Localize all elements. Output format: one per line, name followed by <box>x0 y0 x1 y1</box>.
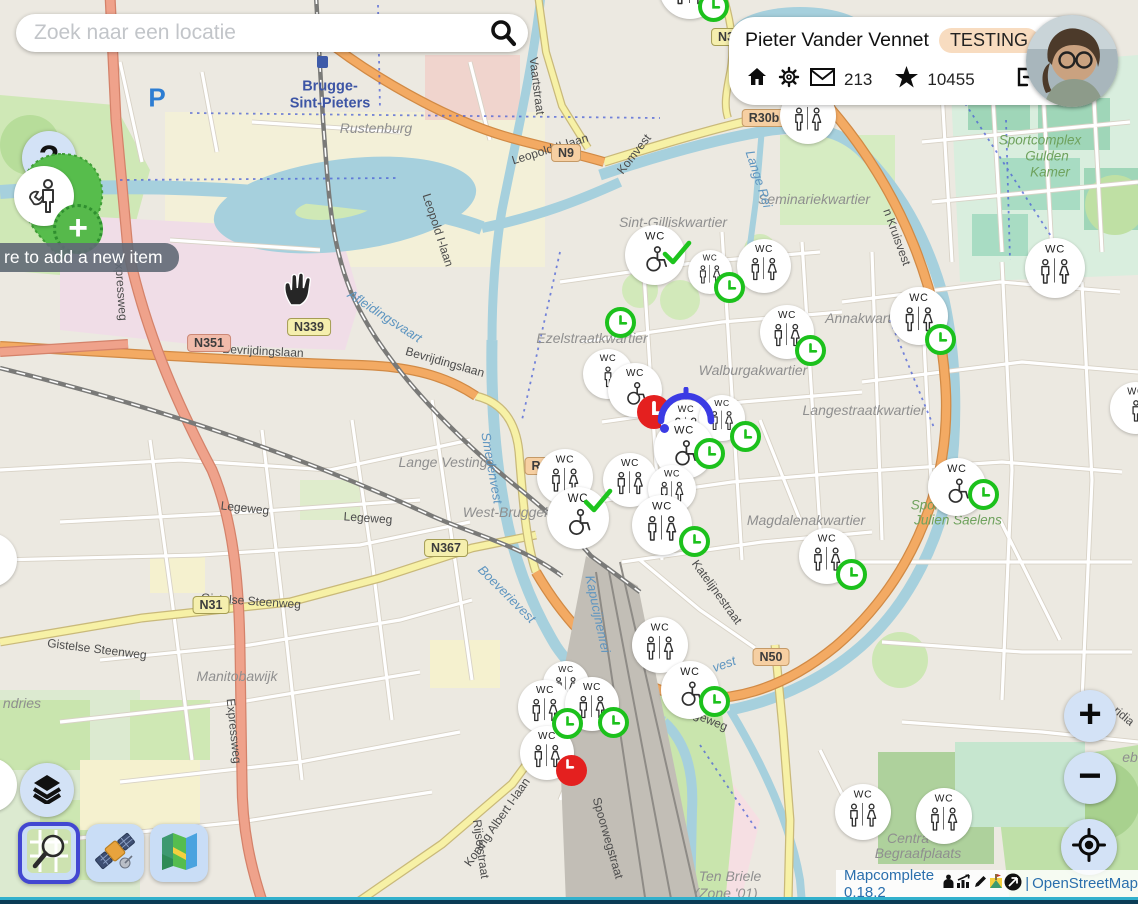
search-icon[interactable] <box>488 18 518 48</box>
satellite-icon <box>92 828 138 879</box>
selected-marker-dot <box>660 424 669 433</box>
geolocate-icon <box>1072 828 1106 867</box>
opening-hours-badge <box>836 559 867 590</box>
home-icon[interactable] <box>745 65 769 94</box>
layers-icon <box>31 772 63 809</box>
opening-hours-badge <box>605 307 636 338</box>
attribution-app[interactable]: Mapcomplete 0.18.2 <box>844 867 939 901</box>
wc-marker[interactable]: WC <box>737 239 791 293</box>
road-shield: N50 <box>753 648 790 666</box>
community-icon[interactable] <box>942 874 955 893</box>
layers-button[interactable] <box>20 763 74 817</box>
attribution-bar: Mapcomplete 0.18.2 | OpenStreetMap <box>836 870 1138 897</box>
messages-icon[interactable] <box>809 66 836 93</box>
bottom-dark-bar <box>0 900 1138 904</box>
road-shield: N351 <box>187 334 231 352</box>
star-icon <box>894 65 919 94</box>
closed-clock-badge <box>556 755 587 786</box>
road-shield: N367 <box>424 539 468 557</box>
opening-hours-badge <box>925 324 956 355</box>
map-canvas[interactable]: Brugge- Sint-PietersRustenburgSint-Gilli… <box>0 0 1138 904</box>
railway-station-icon <box>317 56 328 68</box>
folded-map-icon <box>157 829 201 878</box>
changeset-count: 10455 <box>927 70 974 90</box>
zoom-in-button[interactable]: + <box>1064 690 1116 742</box>
add-item-tooltip: re to add a new item <box>0 243 179 272</box>
geolocate-button[interactable] <box>1061 819 1117 875</box>
avatar[interactable] <box>1026 15 1118 107</box>
wc-marker[interactable]: WC <box>1025 238 1085 298</box>
opening-hours-badge <box>714 272 745 303</box>
settings-gear-icon[interactable] <box>777 65 801 94</box>
wc-marker[interactable]: WC <box>916 788 972 844</box>
basemap-satellite-button[interactable] <box>86 824 144 882</box>
mapcomplete-logo-icon <box>989 874 1003 893</box>
opening-hours-badge <box>730 421 761 452</box>
basemap-map-button[interactable] <box>150 824 208 882</box>
opening-hours-badge <box>699 686 730 717</box>
search-input[interactable] <box>32 20 488 46</box>
user-name: Pieter Vander Vennet <box>745 29 929 52</box>
edit-pencil-icon[interactable] <box>973 874 988 893</box>
user-badge: TESTING <box>939 28 1039 53</box>
opening-hours-badge <box>694 438 725 469</box>
attribution-circle-icon[interactable] <box>1004 873 1022 895</box>
messages-count: 213 <box>844 70 872 90</box>
opening-hours-badge <box>552 708 583 739</box>
opening-hours-badge <box>795 335 826 366</box>
road-shield: N31 <box>193 596 230 614</box>
osm-carto-icon <box>26 828 72 879</box>
opening-hours-badge <box>679 526 710 557</box>
help-button[interactable]: ? <box>22 131 76 185</box>
question-mark: ? <box>39 139 60 178</box>
road-shield: N339 <box>287 318 331 336</box>
wc-marker[interactable]: WC <box>1110 382 1138 434</box>
wc-marker[interactable]: WC <box>0 533 17 587</box>
road-shield: N9 <box>551 144 581 162</box>
wc-marker[interactable]: WC <box>0 758 17 812</box>
zoom-out-button[interactable]: − <box>1064 752 1116 804</box>
hand-cursor-icon <box>281 271 315 312</box>
open-check-badge <box>662 240 692 266</box>
wc-marker[interactable]: WC <box>835 784 891 840</box>
opening-hours-badge <box>968 479 999 510</box>
open-check-badge <box>583 488 613 514</box>
statistics-icon[interactable] <box>956 874 972 893</box>
search-bar <box>16 14 528 52</box>
basemap-osm-button[interactable] <box>18 822 80 884</box>
opening-hours-badge <box>598 707 629 738</box>
attribution-osm-link[interactable]: OpenStreetMap <box>1032 875 1138 892</box>
